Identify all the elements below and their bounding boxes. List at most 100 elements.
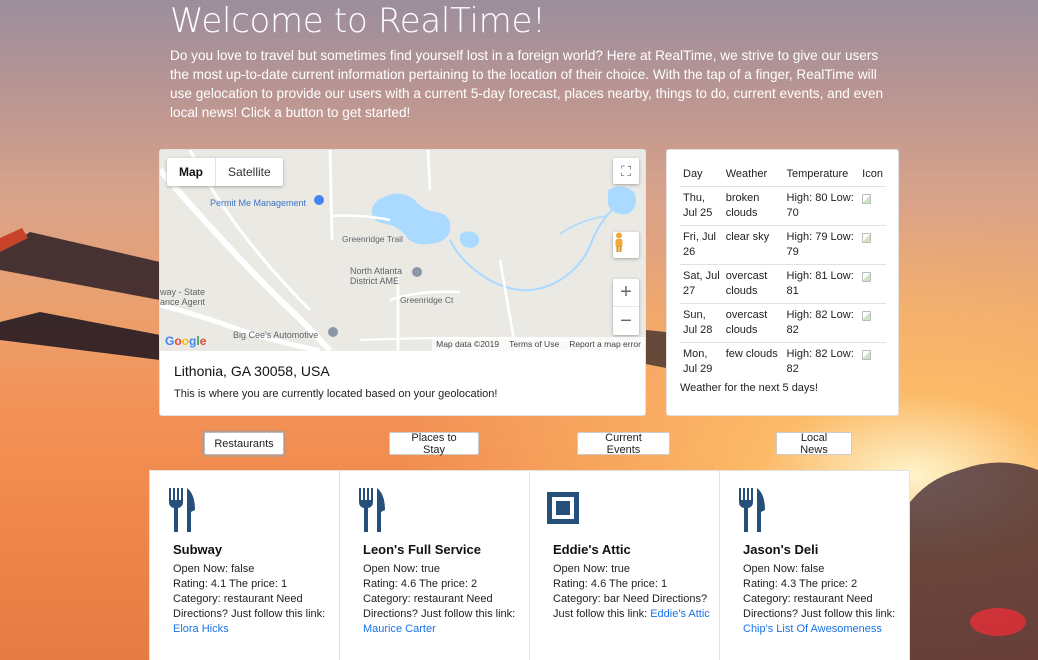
directions-link[interactable]: Eddie's Attic (650, 608, 710, 620)
airplane-wing-lower (0, 312, 160, 360)
place-category: Category: restaurant Need Directions? Ju… (743, 593, 896, 620)
google-logo[interactable]: Google (165, 334, 206, 348)
directions-link[interactable]: Maurice Carter (363, 623, 436, 635)
place-open-status: Open Now: true (553, 563, 631, 575)
map-type-map-button[interactable]: Map (167, 158, 216, 186)
pond-2 (608, 186, 636, 215)
zoom-control: + − (613, 279, 639, 335)
place-name: Subway (173, 542, 223, 557)
hero-section: Welcome to RealTime! Do you love to trav… (170, 0, 890, 122)
directions-link[interactable]: Elora Hicks (173, 623, 229, 635)
zoom-in-button[interactable]: + (613, 279, 639, 307)
map-type-satellite-button[interactable]: Satellite (216, 158, 283, 186)
forecast-weather: few clouds (725, 348, 778, 360)
place-category: Category: restaurant Need Directions? Ju… (363, 593, 516, 620)
current-events-button[interactable]: Current Events (577, 432, 670, 456)
map-label-permit[interactable]: Permit Me Management (210, 198, 306, 208)
weather-icon (862, 233, 872, 243)
forecast-weather: overcast clouds (722, 264, 784, 304)
places-to-stay-button[interactable]: Places to Stay (389, 432, 479, 456)
intro-text: Do you love to travel but sometimes find… (170, 48, 884, 120)
place-rating: Rating: 4.6 The price: 1 (553, 578, 668, 590)
street-view-button[interactable] (613, 232, 639, 258)
restaurants-button[interactable]: Restaurants (204, 432, 284, 455)
map-label-church[interactable]: North Atlanta District AME (350, 266, 410, 286)
place-name: Leon's Full Service (363, 542, 481, 557)
local-news-button[interactable]: Local News (776, 432, 852, 456)
place-details: Open Now: true Rating: 4.6 The price: 1 … (553, 562, 713, 622)
pin-church (412, 267, 422, 277)
weather-icon (862, 311, 872, 321)
map-type-control: Map Satellite (167, 158, 283, 186)
pin-auto (328, 327, 338, 337)
zoom-out-button[interactable]: − (613, 307, 639, 335)
forecast-row: Sun, Jul 28 overcast clouds High: 82 Low… (680, 303, 886, 343)
place-rating: Rating: 4.3 The price: 2 (743, 578, 858, 590)
google-map[interactable]: Permit Me Management North Atlanta Distr… (160, 150, 645, 351)
fork-knife-icon (359, 488, 385, 532)
map-footer: Map data ©2019 Terms of Use Report a map… (432, 337, 645, 351)
forecast-weather: broken clouds (722, 186, 784, 226)
weather-note: Weather for the next 5 days! (680, 382, 818, 394)
forecast-weather: clear sky (722, 225, 784, 265)
place-open-status: Open Now: false (173, 563, 255, 575)
map-attribution: Map data ©2019 (436, 339, 500, 349)
place-category: Category: restaurant Need Directions? Ju… (173, 593, 326, 620)
forecast-table: Day Weather Temperature Icon Thu, Jul 25… (680, 164, 886, 381)
forecast-temp: High: 81 Low: 81 (783, 264, 860, 304)
place-rating: Rating: 4.6 The price: 2 (363, 578, 478, 590)
pin-permit (314, 195, 324, 205)
place-details: Open Now: true Rating: 4.6 The price: 2 … (363, 562, 523, 637)
header-icon: Icon (859, 164, 886, 187)
airplane-wing (0, 232, 160, 300)
place-name: Eddie's Attic (553, 542, 631, 557)
map-card: Permit Me Management North Atlanta Distr… (159, 149, 646, 416)
bar-square-icon (547, 492, 579, 524)
map-label-greenridge-ct: Greenridge Ct (400, 295, 454, 305)
map-label-auto[interactable]: Big Cee's Automotive (233, 330, 318, 340)
location-address: Lithonia, GA 30058, USA (174, 363, 330, 379)
wing-right (646, 330, 666, 368)
airplane-tail (0, 228, 28, 252)
fork-knife-icon (169, 488, 195, 532)
forecast-day: Sun, Jul 28 (680, 303, 723, 343)
forecast-row: Mon, Jul 29 few clouds High: 82 Low: 82 (680, 343, 886, 382)
header-temperature: Temperature (783, 164, 860, 187)
place-card: Leon's Full Service Open Now: true Ratin… (339, 470, 530, 660)
place-open-status: Open Now: false (743, 563, 825, 575)
red-light (970, 608, 1026, 636)
forecast-day: Sat, Jul 27 (680, 264, 723, 304)
forecast-row: Fri, Jul 26 clear sky High: 79 Low: 79 (680, 225, 886, 265)
forecast-day: Fri, Jul 26 (680, 225, 723, 265)
map-label-greenridge-trail: Greenridge Trail (342, 234, 403, 244)
directions-link[interactable]: Chip's List Of Awesomeness (743, 623, 882, 635)
weather-icon (862, 272, 872, 282)
tree-line (898, 462, 1038, 660)
fullscreen-button[interactable]: ⛶ (613, 158, 639, 184)
header-day: Day (680, 164, 723, 187)
pegman-icon (615, 232, 623, 252)
forecast-temp: High: 82 Low: 82 (786, 348, 854, 375)
report-error-link[interactable]: Report a map error (569, 339, 641, 349)
forecast-day: Mon, Jul 29 (683, 348, 713, 375)
map-label-state-agent[interactable]: way - State ance Agent (160, 287, 212, 307)
page-title: Welcome to RealTime! (170, 1, 546, 41)
forecast-row: Thu, Jul 25 broken clouds High: 80 Low: … (680, 186, 886, 226)
fork-knife-icon (739, 488, 765, 532)
place-rating: Rating: 4.1 The price: 1 (173, 578, 288, 590)
place-card: Subway Open Now: false Rating: 4.1 The p… (149, 470, 340, 660)
fullscreen-icon: ⛶ (621, 162, 631, 179)
weather-icon (862, 350, 872, 360)
place-details: Open Now: false Rating: 4.3 The price: 2… (743, 562, 903, 637)
forecast-header-row: Day Weather Temperature Icon (680, 164, 886, 187)
forecast-day: Thu, Jul 25 (680, 186, 723, 226)
road-local-1 (328, 150, 334, 241)
forecast-temp: High: 79 Low: 79 (783, 225, 860, 265)
forecast-temp: High: 80 Low: 70 (783, 186, 860, 226)
weather-card: Day Weather Temperature Icon Thu, Jul 25… (666, 149, 899, 416)
terms-link[interactable]: Terms of Use (509, 339, 559, 349)
forecast-weather: overcast clouds (722, 303, 784, 343)
location-caption: This is where you are currently located … (174, 388, 498, 400)
forecast-temp: High: 82 Low: 82 (783, 303, 860, 343)
place-name: Jason's Deli (743, 542, 819, 557)
